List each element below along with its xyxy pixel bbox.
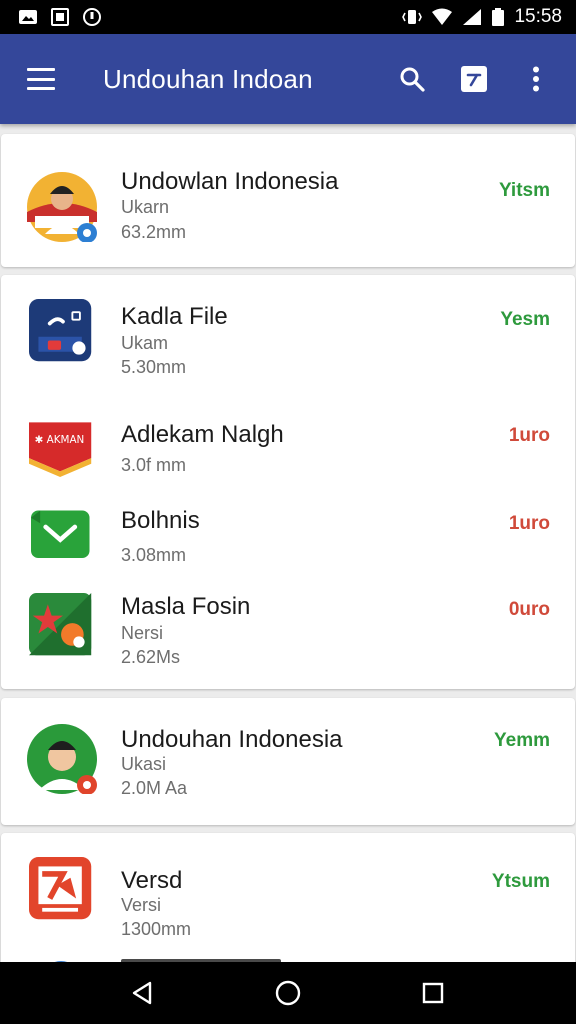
menu-icon-line: [27, 87, 55, 90]
svg-text:✱ AKMAN: ✱ AKMAN: [35, 434, 85, 446]
map-star-icon: [29, 593, 92, 656]
app-status: Yesm: [500, 309, 550, 330]
app-name: Undouhan Indonesia: [121, 726, 343, 753]
app-status: Yemm: [494, 730, 550, 751]
app-name: Bolhnis: [121, 507, 200, 534]
more-options-button[interactable]: [522, 65, 550, 93]
app-name: Adlekam Nalgh: [121, 421, 284, 448]
screen: 15:58 Undouhan Indoan Undowlan Indonesia…: [0, 0, 576, 1024]
file-manager-icon: [29, 299, 92, 362]
envelope-icon: [31, 510, 90, 559]
app-status: Yitsm: [498, 180, 550, 201]
edit-button[interactable]: [460, 65, 488, 93]
list-item[interactable]: Undouhan Indonesia Ukasi 2.0M Aa Yemm: [1, 708, 575, 808]
app-subtitle: Ukam: [121, 333, 169, 353]
app-subtitle: Versi: [121, 895, 162, 915]
app-card: Undouhan Indonesia Ukasi 2.0M Aa Yemm: [1, 698, 575, 825]
app-name: Masla Fosin: [121, 593, 251, 620]
app-size: 63.2mm: [121, 222, 187, 242]
app-card: Kadla File Ukam 5.30mm Yesm ✱ AKMAN Adle…: [1, 275, 575, 689]
menu-icon-line: [27, 77, 55, 81]
app-size: 2.0M Aa: [121, 778, 188, 798]
app-icon-portrait-badge: [27, 172, 97, 242]
image-icon: [19, 10, 37, 24]
home-button[interactable]: [268, 973, 308, 1013]
list-item[interactable]: Masla Fosin Nersi 2.62Ms 0uro: [1, 575, 575, 675]
battery-icon: [492, 8, 505, 26]
menu-button[interactable]: [27, 68, 55, 90]
app-size: 3.0f mm: [121, 455, 187, 475]
app-list: Undowlan Indonesia Ukarn 63.2mm Yitsm Ka…: [0, 124, 576, 962]
back-icon: [132, 981, 151, 1005]
app-name: Undowlan Indonesia: [121, 168, 339, 195]
app-card: Versd Versi 1300mm Ytsum: [1, 833, 575, 962]
bank-logo-icon: ✱ AKMAN: [29, 422, 92, 477]
dnd-icon: [83, 8, 101, 26]
status-bar: 15:58: [0, 0, 576, 34]
list-item[interactable]: Kadla File Ukam 5.30mm Yesm: [1, 275, 575, 377]
vibrate-icon: [402, 10, 423, 24]
signal-icon: [463, 9, 482, 25]
more-vert-icon: [533, 66, 539, 92]
recents-icon: [423, 982, 444, 1004]
list-item[interactable]: ✱ AKMAN Adlekam Nalgh 3.0f mm 1uro: [1, 401, 575, 501]
edit-icon: [461, 66, 487, 92]
menu-icon-line: [27, 68, 55, 71]
app-size: 1300mm: [121, 919, 192, 939]
app-status: 0uro: [508, 599, 550, 620]
app-size: 2.62Ms: [121, 647, 181, 667]
list-item[interactable]: Undowlan Indonesia Ukarn 63.2mm Yitsm: [1, 150, 575, 250]
app-title: Undouhan Indoan: [103, 63, 313, 94]
app-status: 1uro: [508, 425, 550, 446]
photo-icon: [51, 8, 69, 26]
app-status: Ytsum: [491, 871, 550, 892]
app-status: 1uro: [508, 513, 550, 534]
status-time: 15:58: [514, 6, 562, 27]
app-name: Kadla File: [121, 303, 228, 330]
app-logo-icon: [29, 857, 92, 920]
search-button[interactable]: [398, 65, 426, 93]
app-bar: Undouhan Indoan: [0, 34, 576, 124]
app-size: 5.30mm: [121, 357, 187, 377]
app-size: 3.08mm: [121, 545, 187, 565]
app-name: Versd: [121, 867, 183, 894]
app-card: Undowlan Indonesia Ukarn 63.2mm Yitsm: [1, 134, 575, 267]
app-icon-portrait: [27, 724, 97, 794]
back-button[interactable]: [123, 973, 163, 1013]
app-subtitle: Ukarn: [121, 197, 170, 217]
wifi-icon: [432, 8, 453, 25]
list-item[interactable]: Versd Versi 1300mm Ytsum: [1, 843, 575, 943]
app-subtitle: Nersi: [121, 623, 164, 643]
recents-button[interactable]: [413, 973, 453, 1013]
search-icon: [400, 67, 425, 92]
app-subtitle: Ukasi: [121, 754, 167, 774]
home-icon: [275, 980, 301, 1006]
navigation-bar: [0, 962, 576, 1024]
